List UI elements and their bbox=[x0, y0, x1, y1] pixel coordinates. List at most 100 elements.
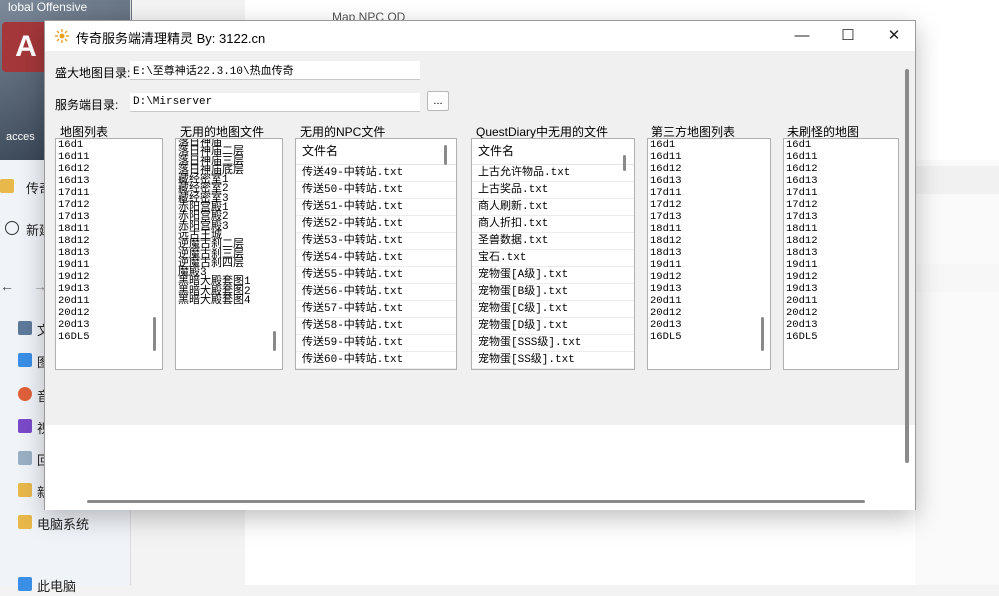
list-item[interactable]: 19d11 bbox=[56, 259, 162, 271]
browse-button[interactable]: ... bbox=[427, 91, 449, 111]
scrollbar-thumb[interactable] bbox=[444, 145, 447, 165]
table-row[interactable]: 传送51-中转站.txt bbox=[296, 199, 456, 216]
map-dir-field[interactable] bbox=[130, 61, 420, 80]
table-row[interactable]: 商人折扣.txt bbox=[472, 216, 634, 233]
list-item[interactable]: 16d11 bbox=[784, 151, 898, 163]
list-item[interactable]: 19d13 bbox=[56, 283, 162, 295]
list-item[interactable]: 20d12 bbox=[648, 307, 770, 319]
minimize-button[interactable]: — bbox=[779, 21, 825, 51]
list-item[interactable]: 18d13 bbox=[648, 247, 770, 259]
window-horizontal-scrollbar[interactable] bbox=[87, 500, 865, 503]
nav-item-this-pc[interactable]: 此电脑 bbox=[0, 574, 132, 596]
table-row[interactable]: 传送58-中转站.txt bbox=[296, 318, 456, 335]
scrollbar-thumb[interactable] bbox=[761, 317, 764, 351]
list-item[interactable]: 18d13 bbox=[56, 247, 162, 259]
list-item[interactable]: 17d11 bbox=[56, 187, 162, 199]
table-row[interactable]: 传送49-中转站.txt bbox=[296, 165, 456, 182]
maximize-button[interactable]: ☐ bbox=[825, 21, 871, 51]
unrefreshed-maps-list[interactable]: 16d1 16d11 16d12 16d13 17d11 17d12 17d13 18d11 1… bbox=[783, 138, 899, 370]
list-item[interactable]: 19d11 bbox=[648, 259, 770, 271]
list-item[interactable]: 18d12 bbox=[784, 235, 898, 247]
back-arrow-icon[interactable]: ← bbox=[0, 278, 14, 294]
table-row[interactable]: 传送56-中转站.txt bbox=[296, 284, 456, 301]
list-item[interactable]: 19d12 bbox=[56, 271, 162, 283]
list-item[interactable]: 20d13 bbox=[648, 319, 770, 331]
table-row[interactable]: 宠物蛋[B级].txt bbox=[472, 284, 634, 301]
table-row[interactable]: 传送50-中转站.txt bbox=[296, 182, 456, 199]
list-item[interactable]: 20d12 bbox=[56, 307, 162, 319]
table-row[interactable]: 上古允许物品.txt bbox=[472, 165, 634, 182]
list-item[interactable]: 16d12 bbox=[784, 163, 898, 175]
list-item[interactable]: 16d13 bbox=[56, 175, 162, 187]
list-item[interactable]: 16d12 bbox=[56, 163, 162, 175]
list-item[interactable]: 17d13 bbox=[784, 211, 898, 223]
list-item[interactable]: 16DL5 bbox=[56, 331, 162, 343]
table-row[interactable]: 传送53-中转站.txt bbox=[296, 233, 456, 250]
scrollbar-thumb[interactable] bbox=[623, 155, 626, 171]
table-row[interactable]: 上古奖品.txt bbox=[472, 182, 634, 199]
server-dir-field[interactable] bbox=[130, 93, 420, 112]
list-item[interactable]: 19d12 bbox=[648, 271, 770, 283]
list-item[interactable]: 18d12 bbox=[648, 235, 770, 247]
list-item[interactable]: 黑暗大殿套图4 bbox=[176, 295, 282, 306]
list-item[interactable]: 16d1 bbox=[648, 139, 770, 151]
table-row[interactable]: 宠物蛋[SSS级].txt bbox=[472, 335, 634, 352]
list-item[interactable]: 18d11 bbox=[784, 223, 898, 235]
unused-maps-list[interactable]: 落日神庙 落日神庙二层 落日神庙三层 落日神庙底层 藏经密室1 藏经密室2 藏经密室3 赤阳宫… bbox=[175, 138, 283, 370]
list-item[interactable]: 20d13 bbox=[56, 319, 162, 331]
list-item[interactable]: 20d12 bbox=[784, 307, 898, 319]
table-row[interactable]: 宠物蛋[D级].txt bbox=[472, 318, 634, 335]
table-row[interactable]: 宠物蛋[C级].txt bbox=[472, 301, 634, 318]
table-row[interactable]: 圣兽数据.txt bbox=[472, 233, 634, 250]
unused-npc-listview[interactable]: 文件名 传送49-中转站.txt 传送50-中转站.txt 传送51-中转站.txt… bbox=[295, 138, 457, 370]
list-item[interactable]: 19d11 bbox=[784, 259, 898, 271]
scrollbar-thumb[interactable] bbox=[153, 317, 156, 351]
table-row[interactable]: 宠物蛋[S级].txt bbox=[472, 369, 634, 370]
list-item[interactable]: 16d11 bbox=[56, 151, 162, 163]
table-row[interactable]: 传送55-中转站.txt bbox=[296, 267, 456, 284]
list-item[interactable]: 16DL5 bbox=[648, 331, 770, 343]
list-item[interactable]: 16d11 bbox=[648, 151, 770, 163]
list-item[interactable]: 17d11 bbox=[784, 187, 898, 199]
list-item[interactable]: 16d1 bbox=[56, 139, 162, 151]
list-item[interactable]: 19d13 bbox=[648, 283, 770, 295]
table-row[interactable]: 传送61-中转站.txt bbox=[296, 369, 456, 370]
table-row[interactable]: 传送52-中转站.txt bbox=[296, 216, 456, 233]
list-item[interactable]: 20d11 bbox=[56, 295, 162, 307]
list-item[interactable]: 16d13 bbox=[784, 175, 898, 187]
close-button[interactable]: ✕ bbox=[871, 21, 917, 51]
column-header-filename[interactable]: 文件名 bbox=[296, 139, 456, 165]
nav-item-pc-system[interactable]: 电脑系统 bbox=[0, 512, 132, 534]
list-item[interactable]: 16d1 bbox=[784, 139, 898, 151]
list-item[interactable]: 20d13 bbox=[784, 319, 898, 331]
table-row[interactable]: 传送59-中转站.txt bbox=[296, 335, 456, 352]
list-item[interactable]: 17d12 bbox=[648, 199, 770, 211]
quest-diary-listview[interactable]: 文件名 上古允许物品.txt 上古奖品.txt 商人刷新.txt 商人折扣.txt 圣兽… bbox=[471, 138, 635, 370]
list-item[interactable]: 16DL5 bbox=[784, 331, 898, 343]
map-list[interactable]: 16d1 16d11 16d12 16d13 17d11 17d12 17d13 18d11 1… bbox=[55, 138, 163, 370]
list-item[interactable]: 17d12 bbox=[784, 199, 898, 211]
table-row[interactable]: 传送54-中转站.txt bbox=[296, 250, 456, 267]
list-item[interactable]: 17d11 bbox=[648, 187, 770, 199]
list-item[interactable]: 18d11 bbox=[648, 223, 770, 235]
list-item[interactable]: 17d13 bbox=[648, 211, 770, 223]
list-item[interactable]: 18d11 bbox=[56, 223, 162, 235]
table-row[interactable]: 传送57-中转站.txt bbox=[296, 301, 456, 318]
table-row[interactable]: 宠物蛋[A级].txt bbox=[472, 267, 634, 284]
table-row[interactable]: 宠物蛋[SS级].txt bbox=[472, 352, 634, 369]
list-item[interactable]: 20d11 bbox=[648, 295, 770, 307]
title-bar[interactable]: 传奇服务端清理精灵 By: 3122.cn — ☐ ✕ bbox=[45, 21, 915, 51]
list-item[interactable]: 18d12 bbox=[56, 235, 162, 247]
list-item[interactable]: 16d13 bbox=[648, 175, 770, 187]
window-vertical-scrollbar[interactable] bbox=[905, 69, 909, 463]
access-app-icon[interactable]: A bbox=[2, 22, 50, 72]
list-item[interactable]: 17d12 bbox=[56, 199, 162, 211]
list-item[interactable]: 19d12 bbox=[784, 271, 898, 283]
list-item[interactable]: 20d11 bbox=[784, 295, 898, 307]
table-row[interactable]: 传送60-中转站.txt bbox=[296, 352, 456, 369]
scrollbar-thumb[interactable] bbox=[273, 331, 276, 351]
list-item[interactable]: 18d13 bbox=[784, 247, 898, 259]
list-item[interactable]: 17d13 bbox=[56, 211, 162, 223]
list-item[interactable]: 19d13 bbox=[784, 283, 898, 295]
table-row[interactable]: 商人刷新.txt bbox=[472, 199, 634, 216]
